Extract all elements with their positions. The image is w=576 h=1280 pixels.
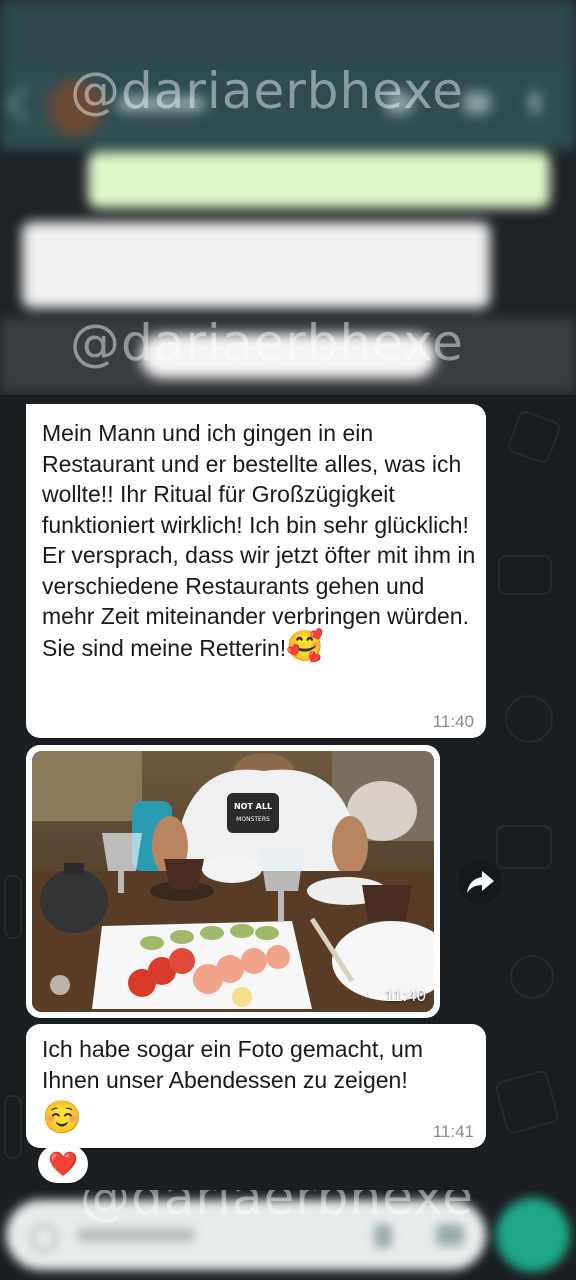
message-placeholder [76,1228,196,1242]
emoji-icon[interactable] [30,1224,58,1252]
message-text: Mein Mann und ich gingen in ein Restaura… [42,418,476,663]
smiling-face-emoji-icon: ☺️ [42,1099,82,1135]
blurred-incoming-message [22,222,490,308]
blurred-outgoing-message [88,152,550,208]
message-text: Ich habe sogar ein Foto gemacht, um Ihne… [42,1036,423,1093]
heart-reaction[interactable]: ❤️ [38,1145,88,1183]
message-composer: @dariaerbhexe [0,1190,576,1280]
view-once-icon [50,975,70,995]
message-time: 11:40 [432,712,474,731]
wallpaper-doodle [505,408,563,466]
attach-icon[interactable] [374,1224,392,1248]
watermark: @dariaerbhexe [70,62,464,120]
restaurant-photo[interactable]: NOT ALL MONSTERS [32,751,434,1012]
wallpaper-doodle [4,875,22,939]
wallpaper-doodle [496,825,552,869]
svg-text:NOT ALL: NOT ALL [234,802,272,811]
svg-text:MONSTERS: MONSTERS [236,816,270,823]
message-time: 11:40 [384,986,426,1005]
incoming-message-bubble[interactable]: Mein Mann und ich gingen in ein Restaura… [26,404,486,738]
wallpaper-doodle [498,555,552,595]
camera-icon[interactable] [436,1224,464,1246]
mic-button[interactable] [496,1198,570,1272]
blurred-header-region: @dariaerbhexe @dariaerbhexe [0,0,576,395]
smiling-hearts-emoji-icon: 🥰 [286,629,324,663]
wallpaper-doodle [505,695,553,743]
forward-share-icon [467,871,494,893]
heart-icon: ❤️ [48,1150,78,1178]
status-bar [0,0,576,70]
watermark: @dariaerbhexe [70,314,464,372]
incoming-message-bubble[interactable]: Ich habe sogar ein Foto gemacht, um Ihne… [26,1024,486,1148]
call-icon[interactable] [464,92,490,114]
message-text-body: Mein Mann und ich gingen in ein Restaura… [42,420,476,661]
restaurant-photo-image: NOT ALL MONSTERS [32,751,434,1012]
watermark: @dariaerbhexe [80,1190,474,1226]
wallpaper-doodle [493,1068,561,1136]
wallpaper-doodle [510,955,554,999]
message-time: 11:41 [432,1122,474,1141]
wallpaper-doodle [4,1095,22,1159]
incoming-photo-message[interactable]: NOT ALL MONSTERS 11:40 [26,745,440,1018]
forward-share-button[interactable] [458,860,502,904]
menu-icon[interactable] [530,92,540,114]
